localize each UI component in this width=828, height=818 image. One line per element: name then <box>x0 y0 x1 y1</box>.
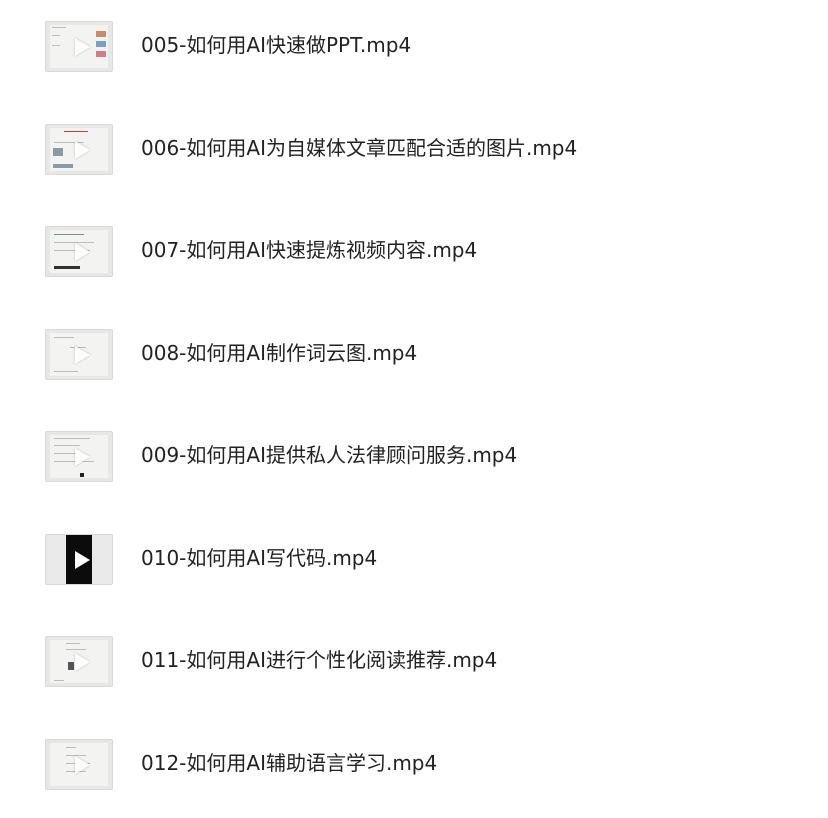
play-icon <box>75 448 90 466</box>
file-name[interactable]: 007-如何用AI快速提炼视频内容.mp4 <box>141 237 477 263</box>
file-item[interactable]: 005-如何用AI快速做PPT.mp4 <box>0 20 828 100</box>
file-item[interactable]: 011-如何用AI进行个性化阅读推荐.mp4 <box>0 635 828 715</box>
file-item[interactable]: 006-如何用AI为自媒体文章匹配合适的图片.mp4 <box>0 123 828 203</box>
file-name[interactable]: 012-如何用AI辅助语言学习.mp4 <box>141 750 437 776</box>
file-item[interactable]: 009-如何用AI提供私人法律顾问服务.mp4 <box>0 430 828 510</box>
play-icon <box>75 243 90 261</box>
play-icon <box>75 551 90 569</box>
file-item[interactable]: 010-如何用AI写代码.mp4 <box>0 533 828 613</box>
file-item[interactable]: 008-如何用AI制作词云图.mp4 <box>0 328 828 408</box>
video-thumbnail[interactable] <box>45 21 113 72</box>
file-name[interactable]: 011-如何用AI进行个性化阅读推荐.mp4 <box>141 647 497 673</box>
play-icon <box>75 653 90 671</box>
file-name[interactable]: 010-如何用AI写代码.mp4 <box>141 545 377 571</box>
video-thumbnail[interactable] <box>45 534 113 585</box>
play-icon <box>75 141 90 159</box>
video-thumbnail[interactable] <box>45 739 113 790</box>
file-item[interactable]: 012-如何用AI辅助语言学习.mp4 <box>0 738 828 818</box>
file-name[interactable]: 006-如何用AI为自媒体文章匹配合适的图片.mp4 <box>141 135 577 161</box>
video-thumbnail[interactable] <box>45 636 113 687</box>
play-icon <box>75 346 90 364</box>
file-list: 005-如何用AI快速做PPT.mp4 006-如何用AI为自媒体文章匹配合适的… <box>0 0 828 798</box>
video-thumbnail[interactable] <box>45 329 113 380</box>
video-thumbnail[interactable] <box>45 431 113 482</box>
video-thumbnail[interactable] <box>45 124 113 175</box>
file-name[interactable]: 009-如何用AI提供私人法律顾问服务.mp4 <box>141 442 517 468</box>
file-item[interactable]: 007-如何用AI快速提炼视频内容.mp4 <box>0 225 828 305</box>
file-name[interactable]: 005-如何用AI快速做PPT.mp4 <box>141 32 411 58</box>
play-icon <box>75 756 90 774</box>
play-icon <box>75 38 90 56</box>
video-thumbnail[interactable] <box>45 226 113 277</box>
file-name[interactable]: 008-如何用AI制作词云图.mp4 <box>141 340 417 366</box>
